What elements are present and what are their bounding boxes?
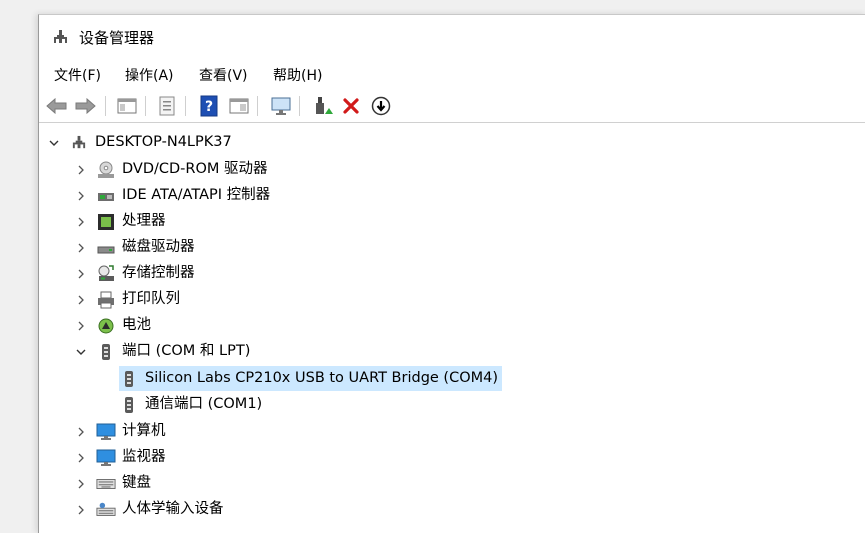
help-icon: ? <box>200 95 218 117</box>
dvd-drive-icon <box>96 160 116 180</box>
update-driver-button[interactable] <box>311 94 335 118</box>
console-tree-icon <box>117 98 137 114</box>
tree-item-monitor[interactable]: 监视器 <box>76 445 166 470</box>
toolbar: ? <box>39 90 865 123</box>
tree-item-dvd[interactable]: DVD/CD-ROM 驱动器 <box>76 157 268 182</box>
processor-icon <box>96 212 116 232</box>
help-button[interactable]: ? <box>197 94 221 118</box>
chevron-right-icon[interactable] <box>76 505 86 515</box>
port-icon <box>119 395 139 415</box>
toolbar-separator <box>257 96 258 116</box>
device-tree: DESKTOP-N4LPK37 DVD/CD-ROM 驱动器 IDE ATA/A… <box>39 128 865 533</box>
menu-bar: 文件(F) 操作(A) 查看(V) 帮助(H) <box>39 61 865 87</box>
toolbar-separator <box>145 96 146 116</box>
tree-item-label: Silicon Labs CP210x USB to UART Bridge (… <box>145 370 499 386</box>
tree-item-com1[interactable]: 通信端口 (COM1) <box>119 392 262 417</box>
window-title: 设备管理器 <box>79 29 155 47</box>
menu-view[interactable]: 查看(V) <box>197 65 250 85</box>
toolbar-separator <box>299 96 300 116</box>
tree-item-label: 键盘 <box>122 475 151 491</box>
tree-item-label: 人体学输入设备 <box>122 501 224 517</box>
back-button[interactable] <box>45 94 69 118</box>
tree-item-printer[interactable]: 打印队列 <box>76 287 180 312</box>
port-icon <box>96 342 116 362</box>
chevron-right-icon[interactable] <box>76 295 86 305</box>
chevron-right-icon[interactable] <box>76 217 86 227</box>
device-manager-icon <box>54 30 67 43</box>
menu-file[interactable]: 文件(F) <box>52 65 103 85</box>
tree-item-storage[interactable]: 存储控制器 <box>76 261 195 286</box>
tree-item-label: 电池 <box>122 317 151 333</box>
tree-item-label: 存储控制器 <box>122 265 195 281</box>
tree-item-computer[interactable]: 计算机 <box>76 419 166 444</box>
show-hide-console-tree-button[interactable] <box>115 94 139 118</box>
computer-icon <box>96 422 116 442</box>
down-arrow-circle-icon <box>371 96 391 116</box>
tree-item-label: 处理器 <box>122 213 166 229</box>
monitor-icon <box>96 448 116 468</box>
tree-item-ports[interactable]: 端口 (COM 和 LPT) <box>76 339 250 364</box>
scan-monitor-icon <box>271 97 291 115</box>
uninstall-device-button[interactable] <box>339 94 363 118</box>
tree-item-label: DVD/CD-ROM 驱动器 <box>122 161 268 177</box>
battery-icon <box>96 316 116 336</box>
tree-item-keyboard[interactable]: 键盘 <box>76 471 151 496</box>
chevron-right-icon[interactable] <box>76 165 86 175</box>
tree-item-label: 打印队列 <box>122 291 180 307</box>
forward-arrow-icon <box>75 98 96 114</box>
toolbar-separator <box>105 96 106 116</box>
ide-controller-icon <box>96 186 116 206</box>
toolbar-separator <box>185 96 186 116</box>
title-bar: 设备管理器 <box>39 15 865 59</box>
tree-root-computer[interactable]: DESKTOP-N4LPK37 <box>49 130 232 155</box>
disk-drive-icon <box>96 238 116 258</box>
chevron-right-icon[interactable] <box>76 269 86 279</box>
properties-icon <box>159 96 175 116</box>
back-arrow-icon <box>46 98 67 114</box>
forward-button[interactable] <box>73 94 97 118</box>
tree-item-label: 端口 (COM 和 LPT) <box>122 343 251 359</box>
chevron-right-icon[interactable] <box>76 321 86 331</box>
scan-hardware-button[interactable] <box>269 94 293 118</box>
details-view-icon <box>229 98 249 114</box>
keyboard-icon <box>96 474 116 494</box>
chevron-right-icon[interactable] <box>76 427 86 437</box>
tree-root-label: DESKTOP-N4LPK37 <box>95 134 232 150</box>
chevron-right-icon[interactable] <box>76 479 86 489</box>
update-driver-icon <box>316 97 333 114</box>
view-details-button[interactable] <box>227 94 251 118</box>
port-icon <box>119 369 139 389</box>
menu-action[interactable]: 操作(A) <box>123 65 176 85</box>
storage-controller-icon <box>96 264 116 284</box>
tree-item-battery[interactable]: 电池 <box>76 313 151 338</box>
tree-item-cp210x-com4[interactable]: Silicon Labs CP210x USB to UART Bridge (… <box>119 366 503 391</box>
computer-tree-icon <box>69 133 89 153</box>
chevron-right-icon[interactable] <box>76 243 86 253</box>
tree-item-label: 监视器 <box>122 449 166 465</box>
tree-item-label: IDE ATA/ATAPI 控制器 <box>122 187 271 203</box>
chevron-down-icon[interactable] <box>49 138 59 148</box>
printer-icon <box>96 290 116 310</box>
tree-item-label: 通信端口 (COM1) <box>145 396 263 412</box>
svg-text:?: ? <box>205 99 213 115</box>
menu-help[interactable]: 帮助(H) <box>271 65 324 85</box>
device-manager-window: 设备管理器 文件(F) 操作(A) 查看(V) 帮助(H) ? DESKTOP-… <box>38 14 865 533</box>
tree-item-label: 磁盘驱动器 <box>122 239 195 255</box>
disable-device-button[interactable] <box>369 94 393 118</box>
chevron-right-icon[interactable] <box>76 191 86 201</box>
tree-item-label: 计算机 <box>122 423 166 439</box>
tree-item-hid[interactable]: 人体学输入设备 <box>76 497 224 522</box>
tree-item-disk[interactable]: 磁盘驱动器 <box>76 235 195 260</box>
delete-x-icon <box>343 98 359 114</box>
chevron-right-icon[interactable] <box>76 453 86 463</box>
properties-button[interactable] <box>155 94 179 118</box>
hid-icon <box>96 500 116 520</box>
tree-item-ide[interactable]: IDE ATA/ATAPI 控制器 <box>76 183 270 208</box>
tree-item-processor[interactable]: 处理器 <box>76 209 166 234</box>
chevron-down-icon[interactable] <box>76 347 86 357</box>
